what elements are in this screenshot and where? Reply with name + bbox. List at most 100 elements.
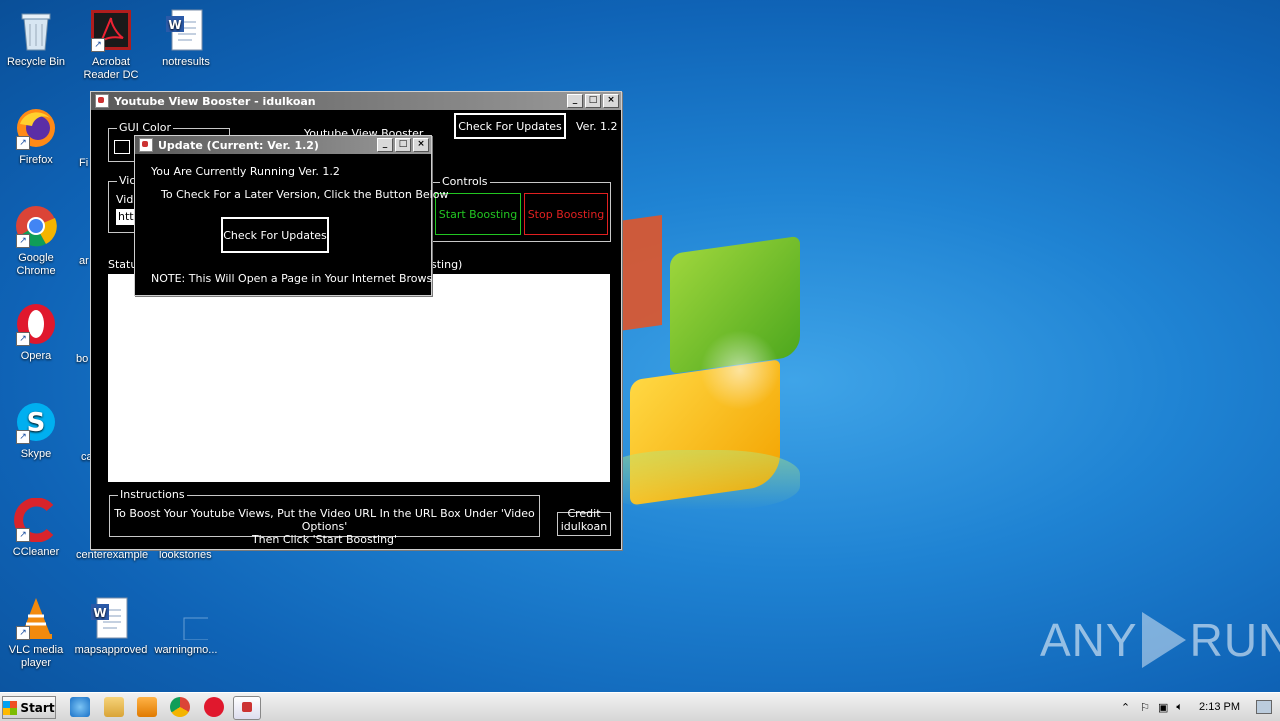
controls-group: Controls Start Boosting Stop Boosting <box>431 175 611 242</box>
desktop-icon-label: Opera <box>20 350 52 362</box>
desktop-icon-opera[interactable]: ↗ Opera <box>0 302 74 363</box>
desktop-icon-label: Skype <box>20 448 52 460</box>
credit-group: Credit idulkoan <box>557 507 611 536</box>
instructions-legend: Instructions <box>118 488 187 502</box>
show-desktop-icon[interactable] <box>1256 700 1272 714</box>
clock[interactable]: 2:13 PM <box>1199 701 1240 713</box>
instructions-group: Instructions To Boost Your Youtube Views… <box>109 488 540 546</box>
status-log-area[interactable] <box>108 274 610 482</box>
opera-icon: ↗ <box>14 302 58 346</box>
desktop-icon-recycle-bin[interactable]: Recycle Bin <box>0 8 74 69</box>
svg-text:W: W <box>93 606 106 620</box>
desktop-icon-label: CCleaner <box>12 546 60 558</box>
shortcut-arrow-icon: ↗ <box>16 626 30 640</box>
main-window-titlebar[interactable]: Youtube View Booster - idulkoan _ □ × <box>91 92 621 110</box>
shortcut-arrow-icon: ↗ <box>16 332 30 346</box>
chrome-taskbar-icon[interactable] <box>170 697 190 717</box>
desktop-icon-acrobat[interactable]: ↗ Acrobat Reader DC <box>73 8 149 82</box>
close-button[interactable]: × <box>413 138 429 152</box>
media-player-icon[interactable] <box>137 697 157 717</box>
shortcut-arrow-icon: ↗ <box>16 430 30 444</box>
ccleaner-icon: ↗ <box>14 498 58 542</box>
play-logo-icon <box>1141 612 1186 668</box>
shortcut-arrow-icon: ↗ <box>16 234 30 248</box>
acrobat-icon: ↗ <box>89 8 133 52</box>
desktop-icon-label: mapsapproved <box>74 644 148 656</box>
controls-legend: Controls <box>440 175 490 189</box>
desktop-icon-ccleaner[interactable]: ↗ CCleaner <box>0 498 74 559</box>
current-version-text: You Are Currently Running Ver. 1.2 <box>151 165 340 178</box>
browser-note-text: NOTE: This Will Open a Page in Your Inte… <box>151 272 444 285</box>
recycle-bin-icon <box>14 8 58 52</box>
desktop-icon-label: Acrobat Reader DC <box>83 56 139 81</box>
version-label: Ver. 1.2 <box>576 120 618 133</box>
desktop-icon-vlc[interactable]: ↗ VLC media player <box>0 596 74 670</box>
shortcut-arrow-icon: ↗ <box>91 38 105 52</box>
taskbar: Start ⌃ ⚐ ▣ 🔈︎ 2:13 PM <box>0 692 1280 721</box>
windows-logo-icon <box>3 700 18 715</box>
minimize-button[interactable]: _ <box>567 94 583 108</box>
update-dialog[interactable]: Update (Current: Ver. 1.2) _ □ × You Are… <box>134 135 448 296</box>
start-label: Start <box>20 700 55 715</box>
maximize-button[interactable]: □ <box>585 94 601 108</box>
shortcut-arrow-icon: ↗ <box>16 136 30 150</box>
minimize-button[interactable]: _ <box>377 138 393 152</box>
update-dialog-titlebar[interactable]: Update (Current: Ver. 1.2) _ □ × <box>135 136 431 154</box>
check-instruction-text: To Check For a Later Version, Click the … <box>161 188 449 201</box>
check-for-updates-button[interactable]: Check For Updates <box>454 113 566 139</box>
youtube-view-booster-taskbar-button[interactable] <box>233 696 261 720</box>
show-hidden-icons[interactable]: ⌃ <box>1121 701 1130 714</box>
desktop-icon-chrome[interactable]: ↗ Google Chrome <box>0 204 74 278</box>
update-dialog-title: Update (Current: Ver. 1.2) <box>158 138 319 152</box>
file-explorer-icon[interactable] <box>104 697 124 717</box>
desktop-icon-label: VLC media player <box>8 644 64 669</box>
credit-name: idulkoan <box>560 520 608 533</box>
skype-icon: S ↗ <box>14 400 58 444</box>
color-swatch[interactable] <box>114 140 130 154</box>
network-icon[interactable]: ▣ <box>1158 701 1168 714</box>
maximize-button[interactable]: □ <box>395 138 411 152</box>
action-center-flag-icon[interactable]: ⚐ <box>1140 701 1150 714</box>
main-window-title: Youtube View Booster - idulkoan <box>114 94 316 108</box>
video-url-label: Vid <box>116 193 134 206</box>
gui-color-legend: GUI Color <box>117 121 174 135</box>
partial-icon-label: bo <box>76 353 89 365</box>
firefox-icon: ↗ <box>14 106 58 150</box>
partial-icon-label: ar <box>79 255 89 267</box>
dialog-check-for-updates-button[interactable]: Check For Updates <box>221 217 329 253</box>
partial-icon-label: Fi <box>79 157 89 169</box>
desktop-icon-label: warningmo... <box>154 644 218 656</box>
credit-label: Credit <box>567 507 601 520</box>
opera-taskbar-icon[interactable] <box>204 697 224 717</box>
file-icon <box>164 596 208 640</box>
start-button[interactable]: Start <box>2 696 56 719</box>
wallpaper-glow <box>700 330 780 410</box>
chrome-icon: ↗ <box>14 204 58 248</box>
app-icon <box>95 94 109 108</box>
svg-text:W: W <box>168 18 181 32</box>
desktop-icon-label: notresults <box>162 56 210 68</box>
status-label: Statu <box>108 258 138 271</box>
shortcut-arrow-icon: ↗ <box>16 528 30 542</box>
app-icon <box>139 138 153 152</box>
desktop-icon-label: Recycle Bin <box>6 56 66 68</box>
desktop-icon-label: Google Chrome <box>16 252 56 277</box>
word-doc-icon: W <box>89 596 133 640</box>
volume-icon[interactable]: 🔈︎ <box>1176 701 1183 714</box>
internet-explorer-icon[interactable] <box>70 697 90 717</box>
desktop-icon-skype[interactable]: S ↗ Skype <box>0 400 74 461</box>
desktop-icon-label: Firefox <box>19 154 53 166</box>
desktop-icon-mapsapproved[interactable]: W mapsapproved <box>73 596 149 657</box>
desktop-icon-notresults[interactable]: W notresults <box>148 8 224 69</box>
desktop-icon-firefox[interactable]: ↗ Firefox <box>0 106 74 167</box>
instructions-text-line2: Then Click 'Start Boosting' <box>251 533 398 546</box>
stop-boosting-button[interactable]: Stop Boosting <box>524 193 608 235</box>
vlc-icon: ↗ <box>14 596 58 640</box>
close-button[interactable]: × <box>603 94 619 108</box>
word-doc-icon: W <box>164 8 208 52</box>
partial-icon-label: lookstories <box>159 549 212 561</box>
desktop-icon-warningmo[interactable]: warningmo... <box>148 596 224 657</box>
system-tray: ⌃ ⚐ ▣ 🔈︎ 2:13 PM <box>1121 693 1280 721</box>
status-label-suffix: sting) <box>431 258 463 271</box>
instructions-text-line1: To Boost Your Youtube Views, Put the Vid… <box>114 507 535 533</box>
